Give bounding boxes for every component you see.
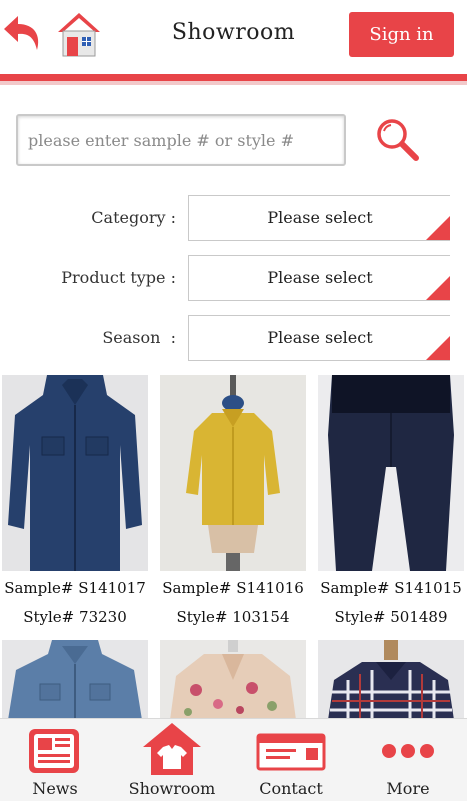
product-photo-navy-pants [318, 375, 464, 571]
nav-news[interactable]: News [0, 719, 110, 801]
product-type-select-value: Please select [267, 268, 373, 287]
nav-contact[interactable]: Contact [236, 719, 346, 801]
more-dots-icon [382, 744, 434, 758]
shirt-house-icon [143, 723, 201, 775]
nav-news-label: News [32, 779, 78, 798]
product-sample-number: Sample# S141017 [4, 579, 146, 597]
product-photo-yellow-shirt [160, 375, 306, 571]
product-style-number: Style# 103154 [176, 608, 290, 626]
nav-contact-label: Contact [259, 779, 323, 798]
season-label: Season : [102, 328, 176, 347]
search-input[interactable] [28, 116, 333, 164]
newspaper-icon [29, 729, 79, 773]
sign-in-button[interactable]: Sign in [349, 12, 454, 57]
product-photo-plaid-shirt [318, 640, 464, 720]
product-photo-light-denim-shirt [2, 640, 148, 720]
product-type-select[interactable]: Please select [188, 255, 450, 301]
category-select[interactable]: Please select [188, 195, 450, 241]
dropdown-arrow-icon [426, 276, 450, 300]
product-photo-blue-denim-shirt [2, 375, 148, 571]
dropdown-arrow-icon [426, 336, 450, 360]
product-sample-number: Sample# S141015 [320, 579, 462, 597]
nav-more-label: More [386, 779, 430, 798]
back-button[interactable] [2, 12, 44, 56]
back-arrow-icon [4, 16, 39, 50]
search-field[interactable] [16, 114, 346, 166]
category-select-value: Please select [267, 208, 373, 227]
search-button[interactable] [374, 116, 420, 164]
product-photo-floral-blouse [160, 640, 306, 720]
product-type-label: Product type : [61, 268, 176, 287]
season-select[interactable]: Please select [188, 315, 450, 361]
nav-showroom-label: Showroom [128, 779, 216, 798]
header-divider [0, 74, 467, 81]
header-divider-shadow [0, 81, 467, 85]
bottom-navigation: News Showroom Contact More [0, 718, 467, 801]
product-style-number: Style# 501489 [334, 608, 448, 626]
nav-showroom[interactable]: Showroom [117, 719, 227, 801]
season-select-value: Please select [267, 328, 373, 347]
category-label: Category : [91, 208, 176, 227]
search-icon [377, 119, 419, 161]
dropdown-arrow-icon [426, 216, 450, 240]
nav-more[interactable]: More [353, 719, 463, 801]
product-style-number: Style# 73230 [23, 608, 127, 626]
top-bar: Showroom Sign in [0, 0, 467, 74]
envelope-icon [256, 733, 326, 771]
product-sample-number: Sample# S141016 [162, 579, 304, 597]
home-button[interactable] [55, 10, 103, 58]
home-icon [58, 13, 100, 57]
